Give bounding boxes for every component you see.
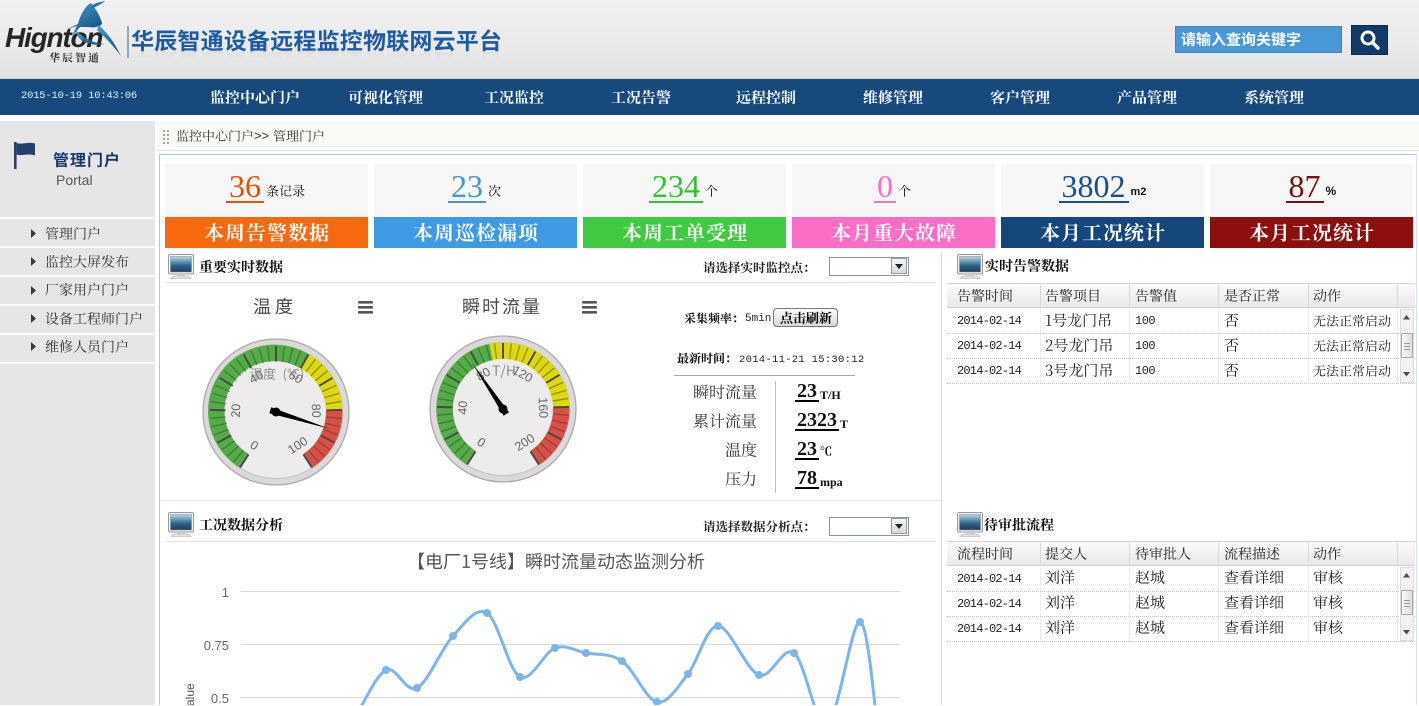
svg-text:value: value xyxy=(183,683,197,705)
